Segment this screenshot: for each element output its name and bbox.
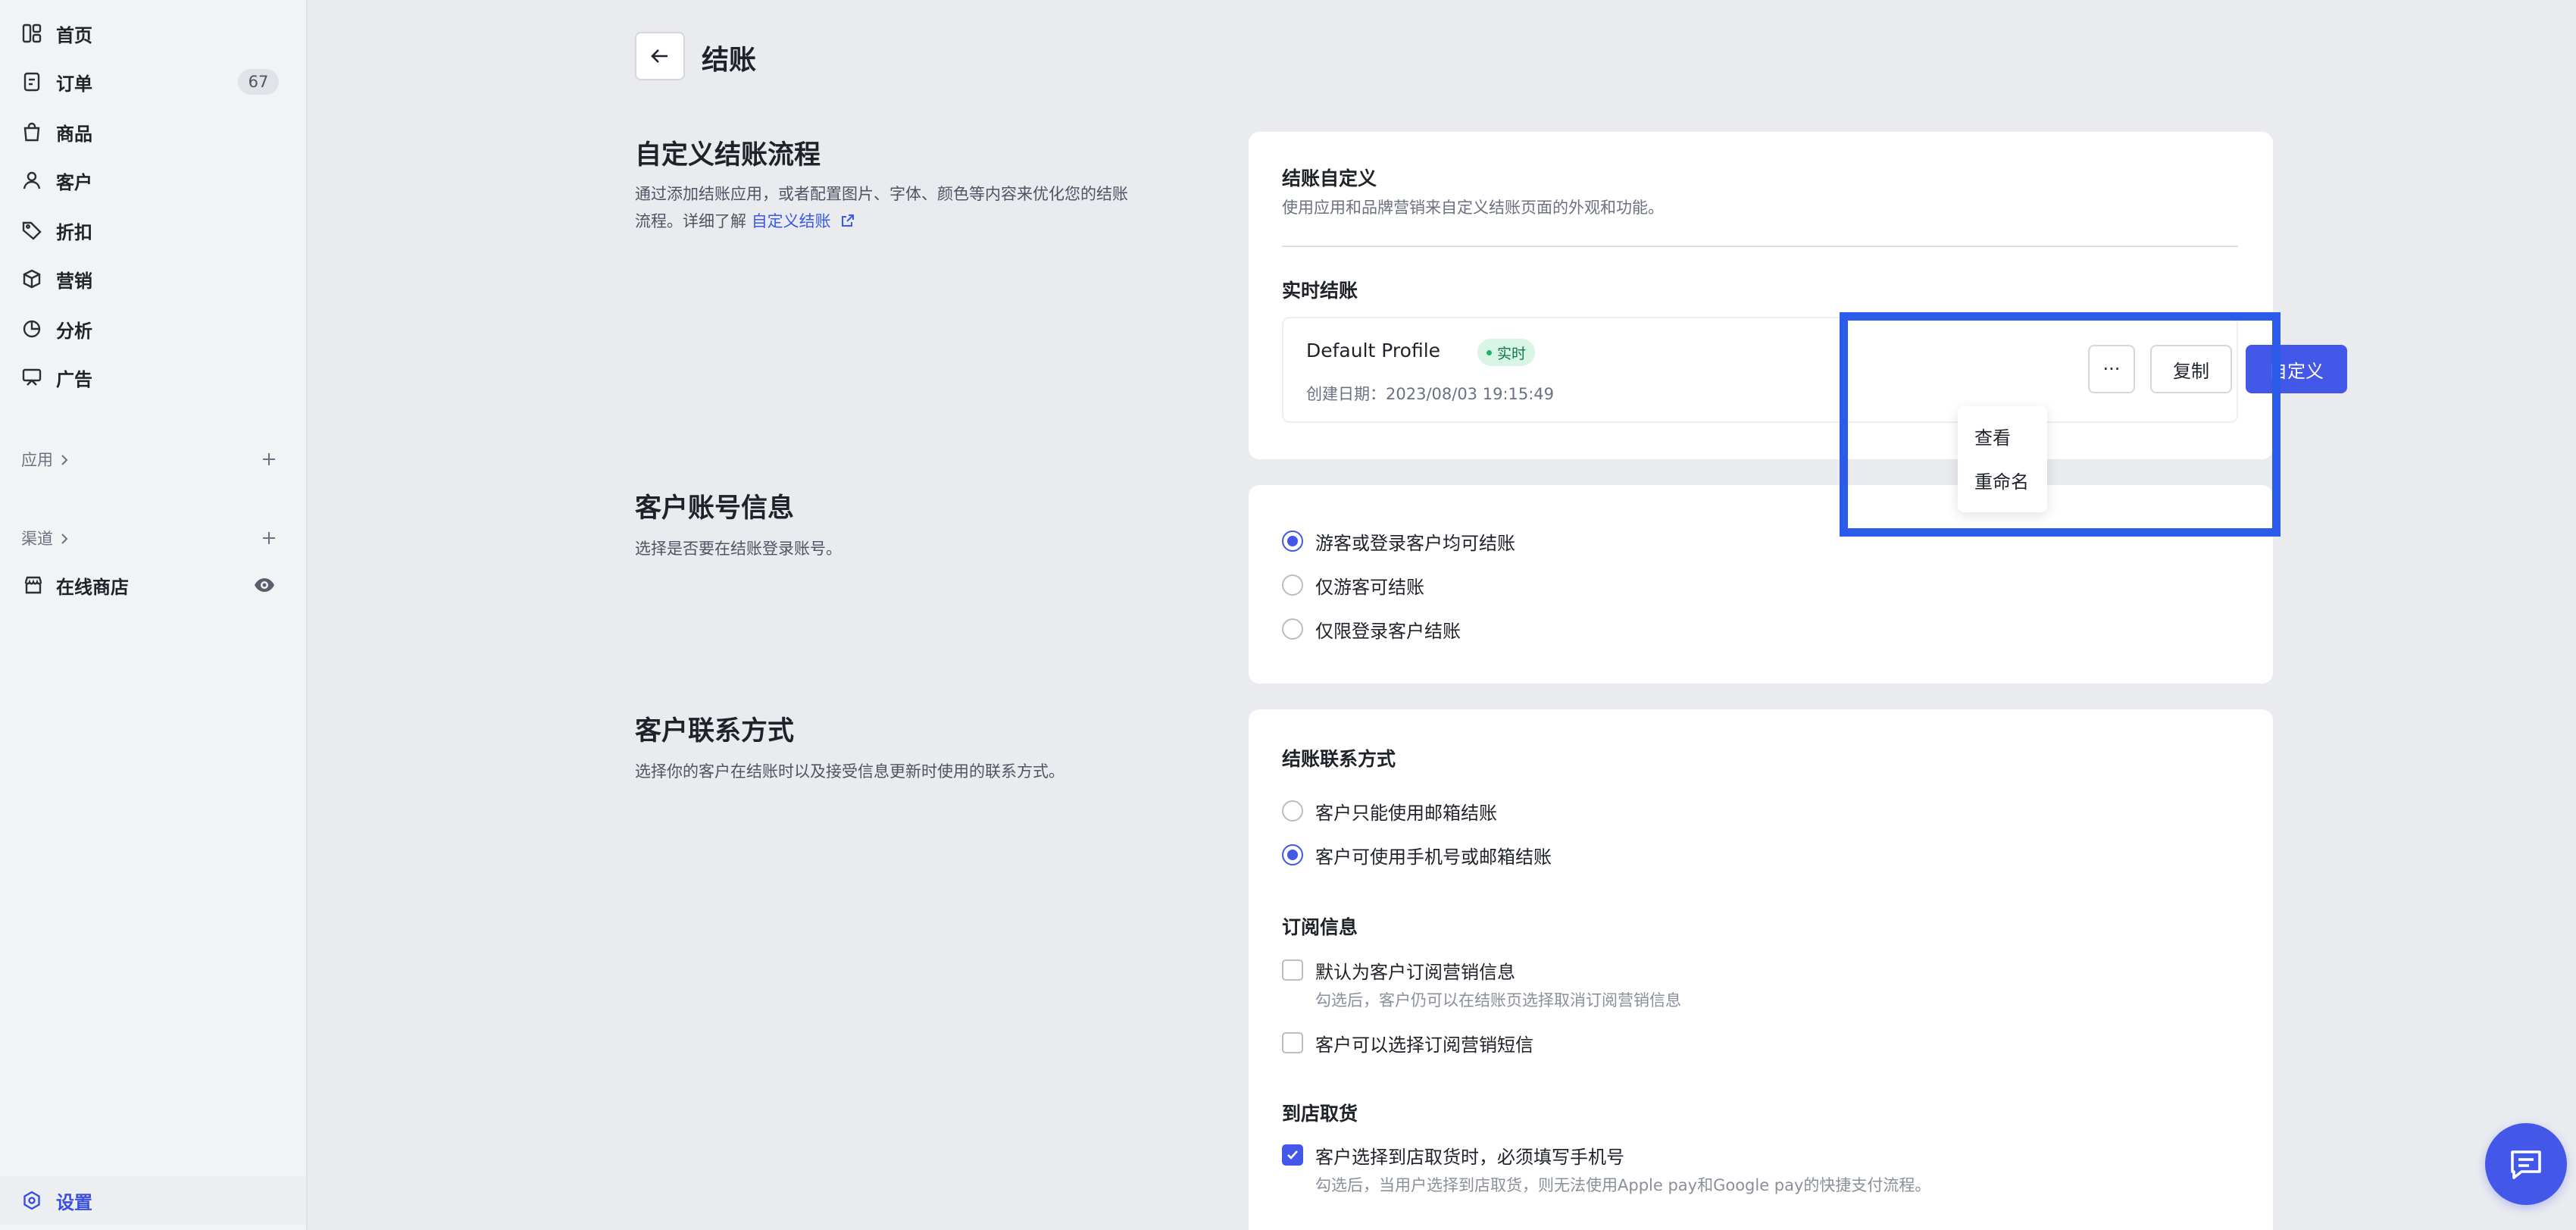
highlight-box (1840, 312, 2281, 537)
external-link-icon (840, 209, 855, 227)
profile-created-date: 创建日期：2023/08/03 19:15:49 (1306, 385, 1555, 403)
chat-support-button[interactable] (2485, 1123, 2567, 1205)
radio-button[interactable] (1282, 800, 1303, 822)
radio-label: 仅限登录客户结账 (1315, 620, 1461, 642)
radio-option-login-only[interactable]: 仅限登录客户结账 (1282, 614, 1461, 644)
page-title: 结账 (702, 45, 757, 76)
radio-option-phone-or-email[interactable]: 客户可使用手机号或邮箱结账 (1282, 840, 1552, 870)
sidebar-item-label: 折扣 (56, 221, 92, 243)
status-badge: 实时 (1477, 339, 1536, 366)
custom-checkout-link-label: 自定义结账 (751, 212, 831, 230)
products-icon (21, 121, 42, 142)
checkbox-label: 客户选择到店取货时，必须填写手机号 (1315, 1146, 1624, 1168)
radio-label: 客户可使用手机号或邮箱结账 (1315, 846, 1552, 868)
checkbox-option-pickup-phone[interactable]: 客户选择到店取货时，必须填写手机号 (1282, 1140, 1624, 1170)
sidebar-item-online-store[interactable]: 在线商店 (0, 562, 306, 608)
store-icon (23, 574, 44, 596)
radio-button[interactable] (1282, 530, 1303, 552)
checkbox-hint: 勾选后，客户仍可以在结账页选择取消订阅营销信息 (1315, 991, 1681, 1009)
divider (1282, 246, 2238, 247)
radio-button[interactable] (1282, 574, 1303, 596)
radio-option-email-only[interactable]: 客户只能使用邮箱结账 (1282, 796, 1497, 826)
sidebar-item-label: 首页 (56, 24, 92, 46)
discount-icon (21, 220, 42, 241)
add-app-icon[interactable] (259, 449, 279, 469)
section-desc-text: 流程。详细了解 (635, 212, 746, 230)
sidebar-item-label: 广告 (56, 368, 92, 390)
checkbox[interactable] (1282, 1144, 1303, 1166)
sidebar-item-label: 客户 (56, 171, 92, 193)
channels-section-label: 渠道 (21, 530, 53, 548)
section-title-account: 客户账号信息 (635, 493, 795, 524)
checkbox-option-default-subscribe[interactable]: 默认为客户订阅营销信息 (1282, 955, 1515, 985)
checkbox-hint: 勾选后，当用户选择到店取货，则无法使用Apple pay和Google pay的… (1315, 1176, 1931, 1194)
radio-label: 仅游客可结账 (1315, 576, 1424, 598)
sidebar-item-marketing[interactable]: 营销 (0, 256, 306, 302)
section-title-contact: 客户联系方式 (635, 716, 795, 746)
sidebar-item-label: 订单 (56, 73, 92, 95)
apps-section-label: 应用 (21, 451, 53, 469)
radio-option-guest-only[interactable]: 仅游客可结账 (1282, 570, 1424, 600)
checkbox[interactable] (1282, 959, 1303, 981)
customers-icon (21, 170, 42, 191)
checkbox[interactable] (1282, 1032, 1303, 1053)
card-title: 结账自定义 (1282, 167, 1377, 189)
settings-icon (21, 1190, 42, 1211)
live-checkout-label: 实时结账 (1282, 280, 1358, 302)
pickup-title: 到店取货 (1282, 1103, 1358, 1125)
orders-count-badge: 67 (238, 69, 279, 95)
radio-button[interactable] (1282, 618, 1303, 640)
profile-name: Default Profile (1306, 340, 1441, 361)
chevron-right-icon (58, 531, 71, 545)
sidebar-item-discount[interactable]: 折扣 (0, 208, 306, 253)
section-desc-contact: 选择你的客户在结账时以及接受信息更新时使用的联系方式。 (635, 762, 1064, 781)
sidebar-item-ads[interactable]: 广告 (0, 355, 306, 400)
section-desc-account: 选择是否要在结账登录账号。 (635, 540, 842, 558)
subscription-title: 订阅信息 (1282, 916, 1358, 938)
home-icon (21, 23, 42, 44)
card-subtitle: 使用应用和品牌营销来自定义结账页面的外观和功能。 (1282, 199, 1664, 217)
radio-label: 游客或登录客户均可结账 (1315, 532, 1515, 554)
checkbox-option-sms-subscribe[interactable]: 客户可以选择订阅营销短信 (1282, 1028, 1533, 1058)
chevron-right-icon (58, 452, 71, 466)
sidebar-item-label: 商品 (56, 123, 92, 145)
section-desc-line: 流程。详细了解 自定义结账 (635, 208, 1165, 235)
sidebar-item-customers[interactable]: 客户 (0, 158, 306, 203)
contact-card: 结账联系方式 客户只能使用邮箱结账 客户可使用手机号或邮箱结账 订阅信息 默认为… (1249, 709, 2273, 1230)
sidebar-item-label: 营销 (56, 270, 92, 292)
sidebar-item-home[interactable]: 首页 (0, 11, 306, 56)
contact-method-title: 结账联系方式 (1282, 748, 1396, 770)
channels-section-header[interactable]: 渠道 (21, 523, 279, 553)
sidebar-item-orders[interactable]: 订单 67 (0, 59, 306, 105)
add-channel-icon[interactable] (259, 528, 279, 548)
analytics-icon (21, 318, 42, 340)
section-desc-line: 通过添加结账应用，或者配置图片、字体、颜色等内容来优化您的结账 (635, 185, 1128, 203)
marketing-icon (21, 268, 42, 290)
custom-checkout-link[interactable]: 自定义结账 (752, 212, 856, 230)
apps-section-header[interactable]: 应用 (21, 444, 279, 474)
online-store-label: 在线商店 (56, 576, 129, 598)
settings-label: 设置 (56, 1191, 92, 1213)
section-desc-custom-checkout: 通过添加结账应用，或者配置图片、字体、颜色等内容来优化您的结账 流程。详细了解 … (635, 180, 1165, 235)
radio-option-guest-or-login[interactable]: 游客或登录客户均可结账 (1282, 526, 1515, 556)
back-button[interactable] (635, 32, 685, 80)
sidebar-item-analytics[interactable]: 分析 (0, 306, 306, 352)
radio-label: 客户只能使用邮箱结账 (1315, 802, 1497, 824)
arrow-left-icon (648, 44, 672, 68)
sidebar-item-label: 分析 (56, 320, 92, 342)
section-title-custom-checkout: 自定义结账流程 (635, 140, 821, 171)
sidebar-item-settings[interactable]: 设置 (0, 1176, 306, 1225)
ads-icon (21, 367, 42, 388)
radio-button[interactable] (1282, 844, 1303, 865)
eye-icon[interactable] (253, 574, 276, 596)
checkbox-label: 默认为客户订阅营销信息 (1315, 961, 1515, 983)
checkbox-label: 客户可以选择订阅营销短信 (1315, 1034, 1533, 1056)
sidebar: 首页 订单 67 商品 客户 折扣 营销 分析 广告 应用 渠道 在线商店 设置 (0, 0, 308, 1230)
sidebar-item-products[interactable]: 商品 (0, 109, 306, 155)
chat-icon (2506, 1144, 2546, 1184)
orders-icon (21, 71, 42, 92)
